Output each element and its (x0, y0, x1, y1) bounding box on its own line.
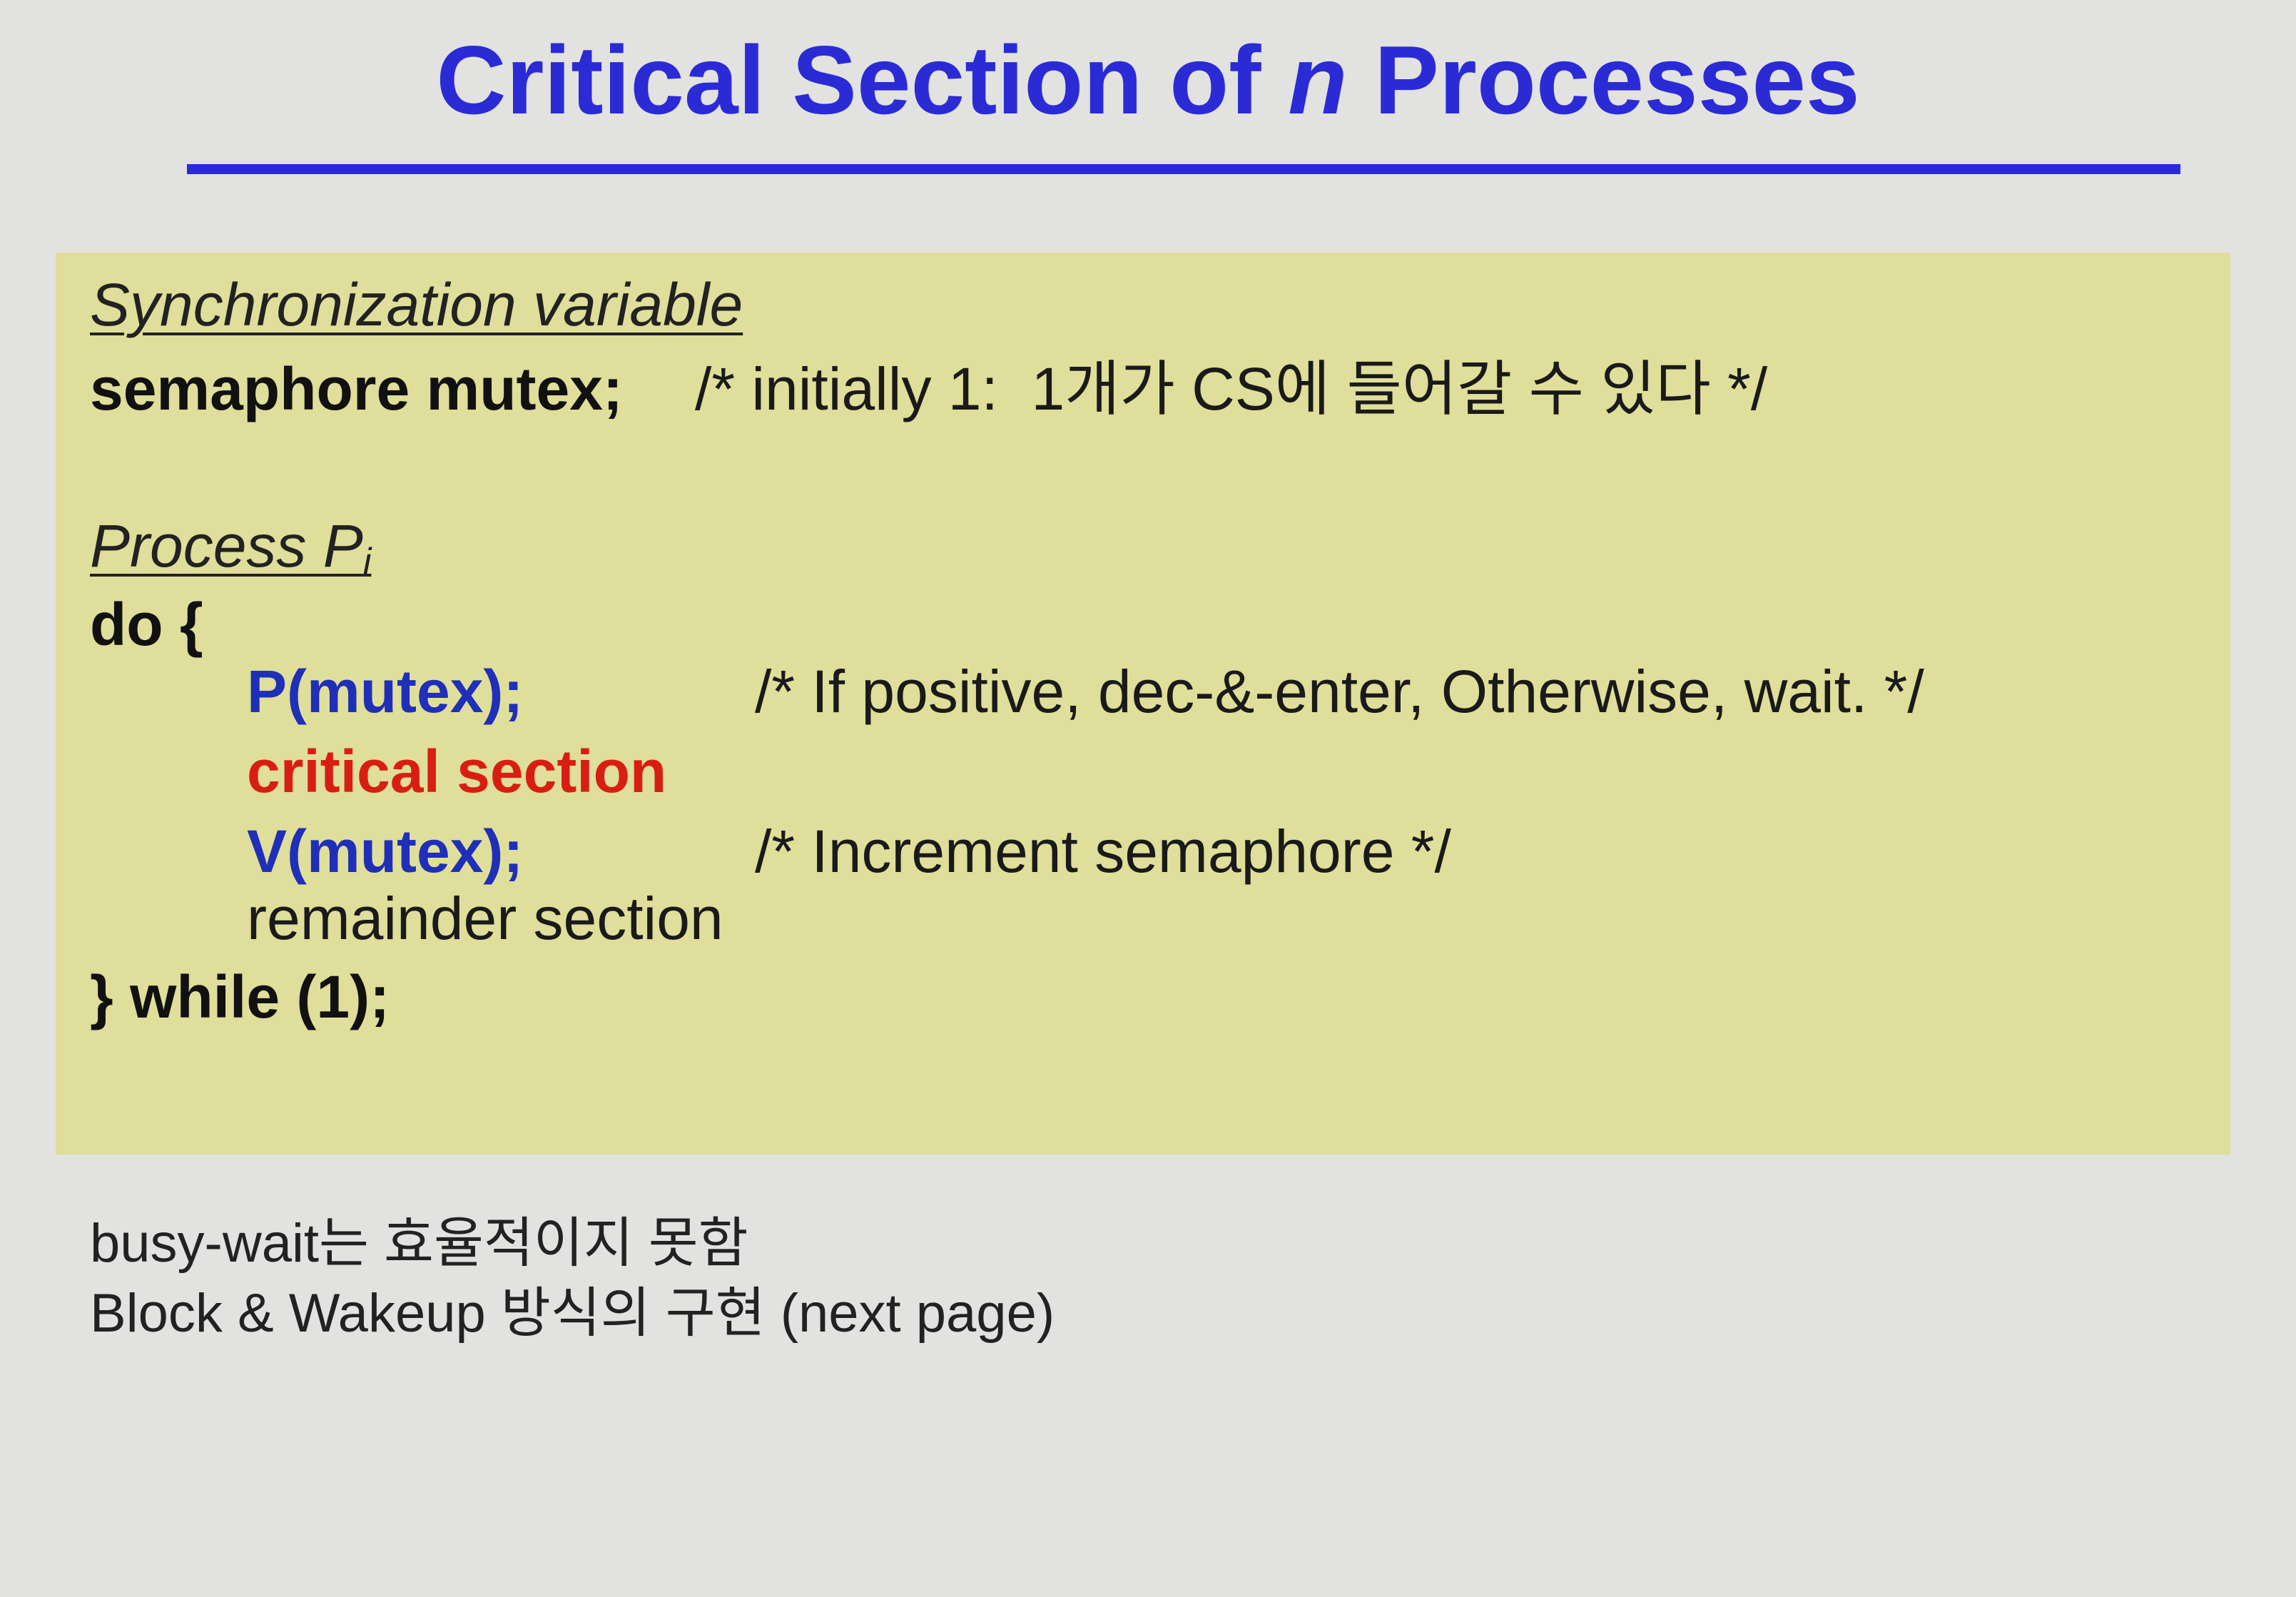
slide-title: Critical Section of n Processes (0, 16, 2296, 144)
slide-title-suffix: Processes (1347, 26, 1860, 134)
critical-section-label: critical section (247, 738, 667, 805)
v-mutex-comment: /* Increment semaphore */ (755, 818, 1451, 885)
slide-title-prefix: Critical Section of (436, 26, 1289, 134)
while-close-line: } while (1); (90, 963, 390, 1030)
title-underline-rule (187, 164, 2180, 174)
process-subscript: i (362, 541, 372, 582)
p-mutex-comment: /* If positive, dec-&-enter, Otherwise, … (755, 658, 1924, 725)
semaphore-comment: /* initially 1: 1개가 CS에 들어갈 수 있다 */ (695, 355, 1768, 422)
remainder-section-label: remainder section (247, 885, 723, 952)
note-block-wakeup: Block & Wakeup 방식의 구현 (next page) (90, 1283, 1055, 1344)
slide-title-italic-n: n (1288, 26, 1348, 134)
do-open-line: do { (90, 591, 203, 658)
semaphore-declaration: semaphore mutex; (90, 355, 623, 422)
note-busy-wait: busy-wait는 효율적이지 못함 (90, 1213, 748, 1274)
p-mutex-call: P(mutex); (247, 658, 524, 725)
sync-variable-heading: Synchronization variable (90, 271, 743, 338)
process-heading-text: Process P (90, 512, 363, 579)
